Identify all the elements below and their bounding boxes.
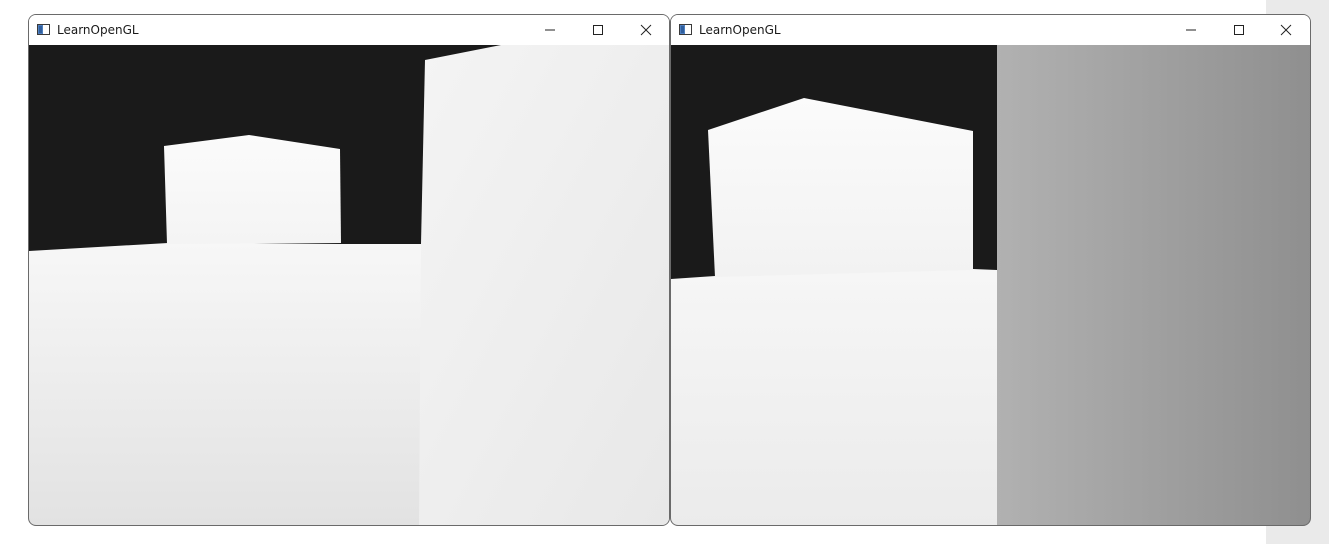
app-window-icon [679, 24, 692, 35]
window-titlebar[interactable]: LearnOpenGL [29, 15, 669, 45]
maximize-button[interactable] [575, 15, 621, 45]
cube-small [164, 135, 341, 244]
minimize-icon [544, 24, 556, 36]
window-titlebar[interactable]: LearnOpenGL [671, 15, 1310, 45]
opengl-window-right[interactable]: LearnOpenGL [670, 14, 1311, 526]
maximize-icon [592, 24, 604, 36]
cube-tall [419, 45, 669, 525]
floor-plane [671, 269, 997, 525]
minimize-button[interactable] [527, 15, 573, 45]
window-title: LearnOpenGL [57, 23, 139, 37]
render-viewport-right[interactable] [671, 45, 1310, 525]
close-button[interactable] [1263, 15, 1309, 45]
app-window-icon [37, 24, 50, 35]
maximize-icon [1233, 24, 1245, 36]
window-title: LearnOpenGL [699, 23, 781, 37]
minimize-button[interactable] [1168, 15, 1214, 45]
close-button[interactable] [623, 15, 669, 45]
opengl-window-left[interactable]: LearnOpenGL [28, 14, 670, 526]
close-icon [1280, 24, 1292, 36]
maximize-button[interactable] [1216, 15, 1262, 45]
close-icon [640, 24, 652, 36]
wall-near [997, 45, 1310, 525]
minimize-icon [1185, 24, 1197, 36]
render-viewport-left[interactable] [29, 45, 669, 525]
cube-front [708, 98, 973, 277]
